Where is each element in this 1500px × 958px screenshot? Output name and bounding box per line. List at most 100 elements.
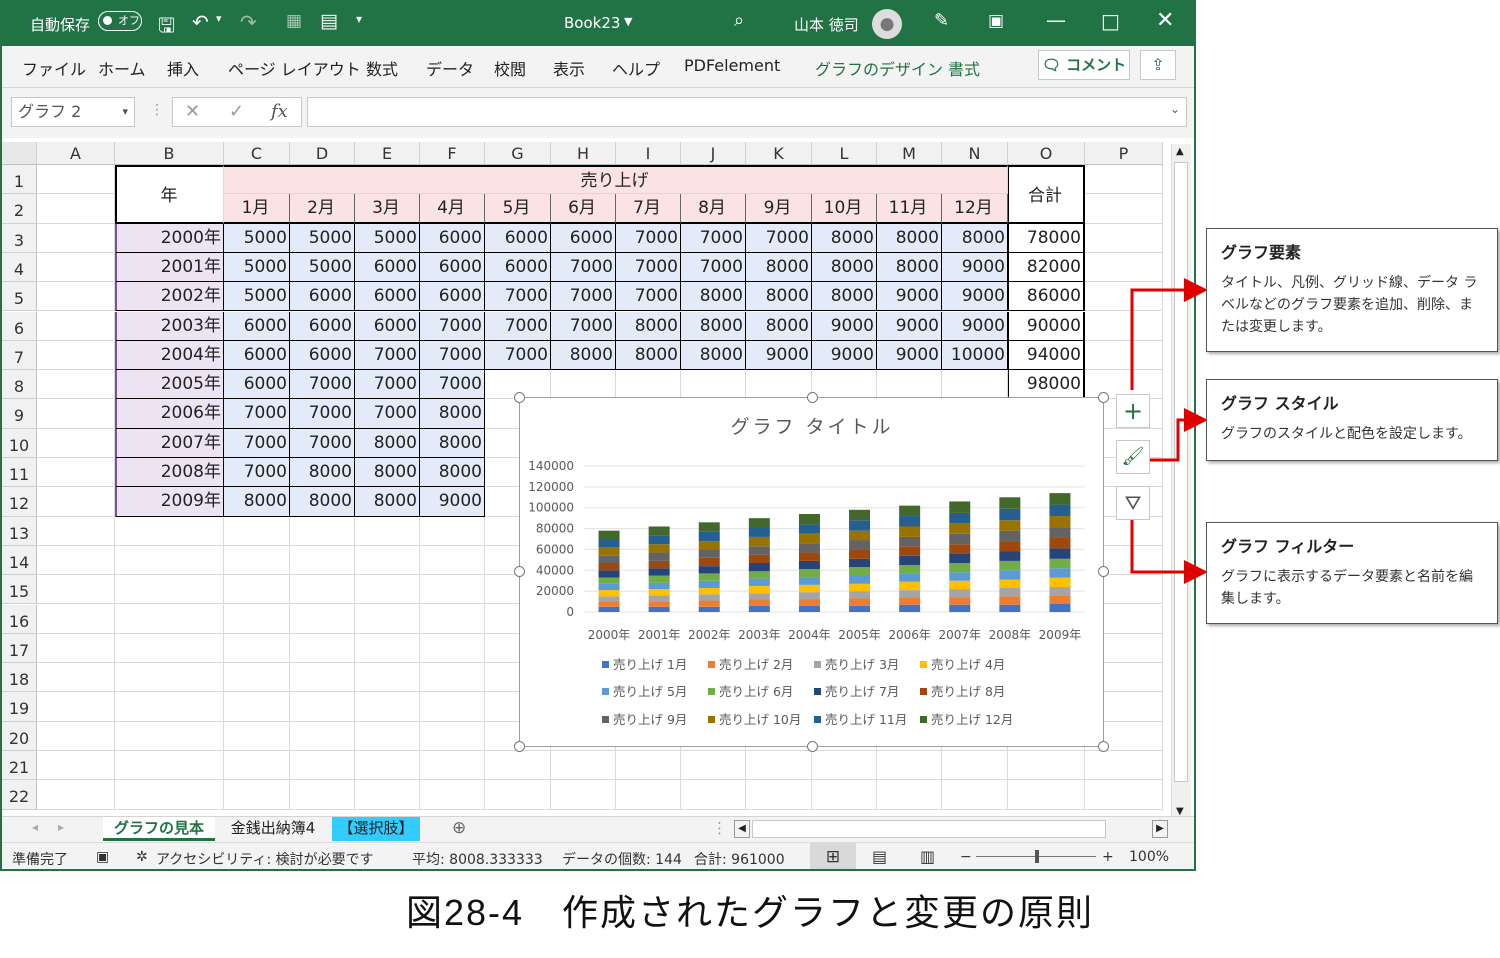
tab-review[interactable]: 校閲 <box>494 56 526 80</box>
sales-cell[interactable]: 7000 <box>290 428 355 458</box>
grid-cell[interactable] <box>290 751 355 781</box>
select-all-corner[interactable] <box>2 142 37 165</box>
grid-cell[interactable] <box>355 516 420 546</box>
add-sheet-icon[interactable]: ⊕ <box>452 818 466 838</box>
grid-cell[interactable] <box>37 545 115 576</box>
grid-cell[interactable] <box>420 575 485 605</box>
sales-cell[interactable]: 7000 <box>224 399 290 429</box>
column-header[interactable]: P <box>1085 142 1163 165</box>
sales-header[interactable]: 売り上げ <box>224 165 1008 195</box>
grid-cell[interactable] <box>355 545 420 576</box>
sales-cell[interactable]: 5000 <box>224 252 290 283</box>
tab-home[interactable]: ホーム <box>98 56 146 80</box>
column-header[interactable]: N <box>942 142 1008 165</box>
row-header[interactable]: 17 <box>2 633 37 664</box>
splitter-icon[interactable]: ⋮ <box>712 819 727 837</box>
sales-cell[interactable]: 9000 <box>746 340 812 371</box>
month-header[interactable]: 3月 <box>355 194 420 224</box>
total-header[interactable]: 合計 <box>1008 165 1085 224</box>
tab-insert[interactable]: 挿入 <box>167 56 199 80</box>
resize-handle[interactable] <box>1098 566 1109 577</box>
tab-view[interactable]: 表示 <box>553 56 585 80</box>
column-header[interactable]: A <box>37 142 115 165</box>
sales-cell[interactable]: 7000 <box>420 340 485 371</box>
grid-cell[interactable] <box>420 516 485 546</box>
sales-cell[interactable]: 7000 <box>485 311 551 341</box>
zoom-thumb[interactable] <box>1035 850 1039 863</box>
form-icon[interactable]: ▦ <box>286 11 302 31</box>
sales-cell[interactable]: 10000 <box>942 340 1008 371</box>
grid-cell[interactable] <box>420 604 485 634</box>
resize-handle[interactable] <box>1098 741 1109 752</box>
row-header[interactable]: 7 <box>2 340 37 371</box>
month-header[interactable]: 10月 <box>812 194 877 224</box>
column-header[interactable]: E <box>355 142 420 165</box>
grid-cell[interactable] <box>812 751 877 781</box>
expand-formula-icon[interactable]: ⌄ <box>1170 102 1180 116</box>
save-icon[interactable]: 🖫 <box>158 11 175 45</box>
row-header[interactable]: 11 <box>2 458 37 488</box>
total-cell[interactable]: 78000 <box>1008 223 1085 253</box>
total-cell[interactable]: 94000 <box>1008 340 1085 371</box>
sales-cell[interactable]: 9000 <box>812 311 877 341</box>
total-cell[interactable]: 90000 <box>1008 311 1085 341</box>
grid-cell[interactable] <box>115 663 224 693</box>
scroll-left-icon[interactable]: ◀ <box>734 820 750 838</box>
sales-cell[interactable]: 7000 <box>290 399 355 429</box>
grid-cell[interactable] <box>37 252 115 283</box>
sales-cell[interactable]: 5000 <box>355 223 420 253</box>
grid-cell[interactable] <box>224 575 290 605</box>
row-header[interactable]: 6 <box>2 311 37 341</box>
grid-cell[interactable] <box>37 780 115 810</box>
grid-cell[interactable] <box>37 194 115 224</box>
sales-cell[interactable]: 6000 <box>420 252 485 283</box>
year-cell[interactable]: 2000年 <box>115 223 224 253</box>
sales-cell[interactable]: 7000 <box>551 252 616 283</box>
close-icon[interactable]: ✕ <box>1156 8 1174 33</box>
grid-cell[interactable] <box>1085 780 1163 810</box>
grid-cell[interactable] <box>290 663 355 693</box>
sales-cell[interactable]: 7000 <box>224 458 290 488</box>
grid-cell[interactable] <box>37 721 115 751</box>
sales-cell[interactable]: 8000 <box>420 399 485 429</box>
sales-cell[interactable]: 8000 <box>616 311 681 341</box>
sales-cell[interactable]: 9000 <box>877 311 942 341</box>
zoom-in-icon[interactable]: + <box>1102 849 1114 865</box>
sales-cell[interactable]: 9000 <box>942 311 1008 341</box>
month-header[interactable]: 5月 <box>485 194 551 224</box>
grid-cell[interactable] <box>1085 751 1163 781</box>
scroll-up-icon[interactable]: ▲ <box>1176 146 1184 157</box>
grid-cell[interactable] <box>37 340 115 371</box>
grid-cell[interactable] <box>355 604 420 634</box>
grid-cell[interactable] <box>37 458 115 488</box>
month-header[interactable]: 2月 <box>290 194 355 224</box>
grid-cell[interactable] <box>37 751 115 781</box>
month-header[interactable]: 4月 <box>420 194 485 224</box>
sales-cell[interactable]: 8000 <box>746 252 812 283</box>
column-header[interactable]: K <box>746 142 812 165</box>
sales-cell[interactable]: 6000 <box>355 311 420 341</box>
sales-cell[interactable]: 7000 <box>224 428 290 458</box>
grid-cell[interactable] <box>1085 223 1163 253</box>
grid-cell[interactable] <box>485 780 551 810</box>
maximize-icon[interactable]: □ <box>1101 9 1120 33</box>
grid-cell[interactable] <box>290 780 355 810</box>
year-cell[interactable]: 2008年 <box>115 458 224 488</box>
sales-cell[interactable]: 8000 <box>420 428 485 458</box>
resize-handle[interactable] <box>807 392 818 403</box>
grid-cell[interactable] <box>942 751 1008 781</box>
sales-cell[interactable]: 8000 <box>746 282 812 312</box>
page-layout-view-icon[interactable]: ▤ <box>872 847 887 866</box>
zoom-out-icon[interactable]: − <box>960 849 972 865</box>
grid-cell[interactable] <box>37 604 115 634</box>
row-header[interactable]: 2 <box>2 194 37 224</box>
grid-cell[interactable] <box>115 721 224 751</box>
grid-cell[interactable] <box>420 545 485 576</box>
grid-cell[interactable] <box>37 516 115 546</box>
tab-help[interactable]: ヘルプ <box>612 56 660 80</box>
grid-cell[interactable] <box>355 721 420 751</box>
grid-cell[interactable] <box>37 575 115 605</box>
sales-cell[interactable]: 7000 <box>290 370 355 400</box>
sales-cell[interactable]: 5000 <box>224 282 290 312</box>
grid-cell[interactable] <box>616 370 681 400</box>
